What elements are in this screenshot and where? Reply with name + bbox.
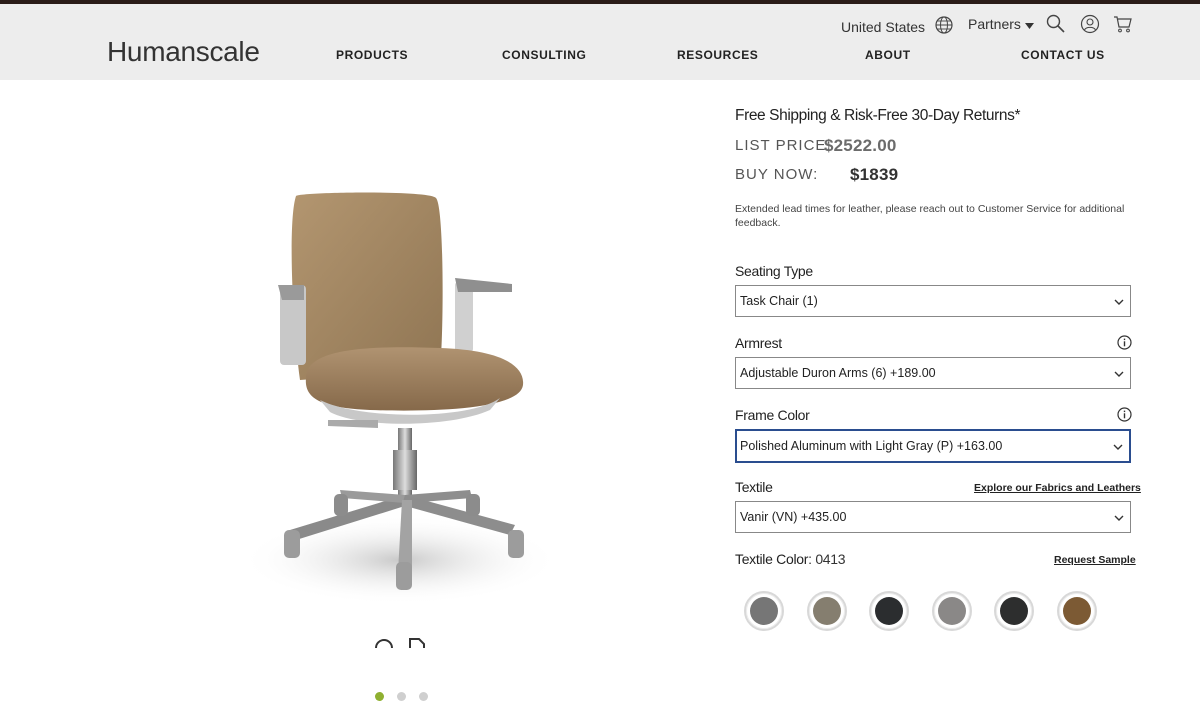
textile-swatch[interactable] xyxy=(806,591,847,631)
swatch-fill xyxy=(750,597,778,625)
textile-color-label-text: Textile Color xyxy=(735,551,809,567)
chevron-down-icon xyxy=(1113,439,1123,453)
partners-label: Partners xyxy=(968,16,1021,32)
gallery-dots xyxy=(375,692,428,701)
textile-swatch[interactable] xyxy=(931,591,972,631)
region-selector[interactable]: United States xyxy=(841,16,953,37)
swatch-fill xyxy=(812,597,841,625)
explore-fabrics-link[interactable]: Explore our Fabrics and Leathers xyxy=(974,482,1141,494)
frame-color-select[interactable]: Polished Aluminum with Light Gray (P) +1… xyxy=(735,429,1131,463)
gallery-dot-2[interactable] xyxy=(397,692,406,701)
chevron-down-icon xyxy=(1114,510,1124,524)
request-sample-link[interactable]: Request Sample xyxy=(1054,554,1136,566)
globe-icon xyxy=(935,16,953,37)
buy-now-price: $1839 xyxy=(850,165,899,184)
seating-type-select[interactable]: Task Chair (1) xyxy=(735,285,1131,317)
shipping-banner: Free Shipping & Risk-Free 30-Day Returns… xyxy=(735,107,1021,124)
gallery-dot-3[interactable] xyxy=(419,692,428,701)
nav-consulting[interactable]: CONSULTING xyxy=(502,48,586,62)
frame-color-label: Frame Color xyxy=(735,407,810,423)
region-label: United States xyxy=(841,18,926,35)
frame-color-info-icon[interactable] xyxy=(1117,407,1132,427)
chevron-down-icon xyxy=(1114,294,1124,308)
product-gallery xyxy=(0,80,700,701)
textile-value: Vanir (VN) +435.00 xyxy=(740,510,847,524)
share-icon[interactable] xyxy=(408,635,426,653)
nav-products[interactable]: PRODUCTS xyxy=(336,48,408,62)
search-icon[interactable] xyxy=(1046,14,1065,38)
list-price-label: LIST PRICE: xyxy=(735,137,832,154)
buy-now-label: BUY NOW: xyxy=(735,166,819,183)
armrest-select[interactable]: Adjustable Duron Arms (6) +189.00 xyxy=(735,357,1131,389)
swatch-fill xyxy=(1062,597,1091,625)
list-price-value: $2522.00 xyxy=(824,136,897,155)
seating-type-value: Task Chair (1) xyxy=(740,294,818,308)
textile-swatch[interactable] xyxy=(994,591,1034,631)
swatch-fill xyxy=(1000,597,1028,625)
swatch-fill xyxy=(937,597,966,625)
logo[interactable]: Humanscale xyxy=(107,36,260,68)
nav-contact-us[interactable]: CONTACT US xyxy=(1021,48,1105,62)
textile-color-label: Textile Color: 0413 xyxy=(735,551,846,567)
lead-time-note: Extended lead times for leather, please … xyxy=(735,203,1125,229)
frame-color-value: Polished Aluminum with Light Gray (P) +1… xyxy=(740,439,1003,453)
nav-resources[interactable]: RESOURCES xyxy=(677,48,758,62)
nav-about[interactable]: ABOUT xyxy=(865,48,911,62)
partners-menu[interactable]: Partners xyxy=(968,16,1034,32)
chair-image xyxy=(240,192,560,605)
armrest-label: Armrest xyxy=(735,335,782,351)
seating-type-label: Seating Type xyxy=(735,263,813,279)
armrest-value: Adjustable Duron Arms (6) +189.00 xyxy=(740,366,936,380)
textile-swatch[interactable] xyxy=(744,591,784,631)
textile-swatch[interactable] xyxy=(1056,591,1097,631)
site-header: Humanscale United States Partners PRODUC… xyxy=(0,4,1200,80)
textile-select[interactable]: Vanir (VN) +435.00 xyxy=(735,501,1131,533)
gallery-dot-1[interactable] xyxy=(375,692,384,701)
caret-down-icon xyxy=(1024,16,1034,32)
textile-color-code: : 0413 xyxy=(808,551,846,567)
chevron-down-icon xyxy=(1114,366,1124,380)
textile-label: Textile xyxy=(735,479,773,495)
zoom-icon[interactable] xyxy=(374,635,394,653)
swatch-fill xyxy=(875,597,903,625)
armrest-info-icon[interactable] xyxy=(1117,335,1132,355)
cart-icon[interactable] xyxy=(1113,15,1133,38)
textile-swatch[interactable] xyxy=(869,591,909,631)
account-icon[interactable] xyxy=(1080,14,1100,39)
